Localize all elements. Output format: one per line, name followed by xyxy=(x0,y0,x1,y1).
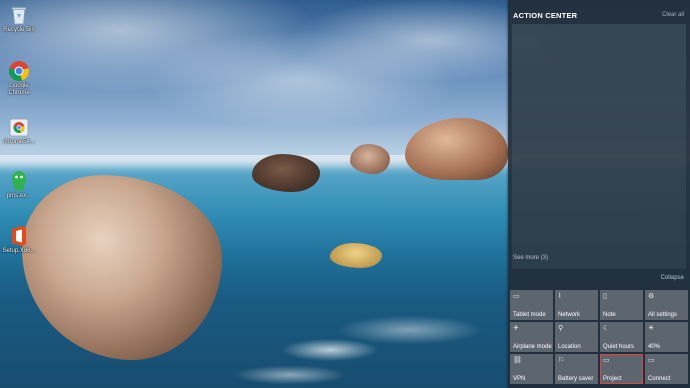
tile-project[interactable]: ▭ Project xyxy=(600,354,643,384)
battery-saver-icon: ⚐ xyxy=(558,357,565,364)
desktop-icon-label: Google Chrome xyxy=(8,83,30,96)
tile-connect[interactable]: ▭ Connect xyxy=(645,354,688,384)
tile-label: Project xyxy=(603,376,622,382)
tile-label: Quiet hours xyxy=(603,344,635,350)
tile-vpn[interactable]: ⛓ VPN xyxy=(510,354,553,384)
chrome-installer-icon xyxy=(8,116,30,138)
tile-location[interactable]: ⚲ Location xyxy=(555,322,598,352)
tile-label: 40% xyxy=(648,344,661,350)
wallpaper-rock xyxy=(252,154,320,192)
tile-airplane-mode[interactable]: ✈ Airplane mode xyxy=(510,322,553,352)
network-icon: ⌇ xyxy=(558,293,562,300)
wallpaper-rock xyxy=(330,243,382,268)
collapse-button[interactable]: Collapse xyxy=(661,275,684,281)
tile-brightness[interactable]: ☀ 40% xyxy=(645,322,688,352)
gear-icon: ⚙ xyxy=(648,293,655,300)
location-icon: ⚲ xyxy=(558,325,564,332)
note-icon: ▯ xyxy=(603,293,607,300)
tile-label: Tablet mode xyxy=(513,312,546,318)
wallpaper-rock xyxy=(350,144,390,174)
tile-label: Note xyxy=(603,312,616,318)
airplane-icon: ✈ xyxy=(513,325,519,332)
notification-list xyxy=(512,24,686,269)
desktop-icon-label: chrome54... xyxy=(3,139,35,145)
tile-label: Location xyxy=(558,344,581,350)
desktop-icon-label: Setup.X86... xyxy=(2,248,36,254)
tile-network[interactable]: ⌇ Network xyxy=(555,290,598,320)
tile-label: Connect xyxy=(648,376,671,382)
app-green-icon xyxy=(8,170,30,192)
tile-quiet-hours[interactable]: ☾ Quiet hours xyxy=(600,322,643,352)
tile-label: Network xyxy=(558,312,581,318)
action-center-panel: ACTION CENTER Clear all See more (3) Col… xyxy=(508,0,690,388)
tile-all-settings[interactable]: ⚙ All settings xyxy=(645,290,688,320)
desktop-icon-recycle-bin[interactable]: Recycle Bin xyxy=(2,4,36,34)
tile-label: Battery saver xyxy=(558,376,594,382)
vpn-icon: ⛓ xyxy=(513,357,522,364)
desktop-icon-pms[interactable]: pms.ex... xyxy=(2,170,36,200)
tile-label: VPN xyxy=(513,376,526,382)
project-icon: ▭ xyxy=(603,357,610,364)
clear-all-button[interactable]: Clear all xyxy=(662,12,684,18)
desktop-icon-label: pms.ex... xyxy=(6,193,32,199)
desktop-icon-label: Recycle Bin xyxy=(3,27,35,33)
wallpaper-foam xyxy=(230,300,510,388)
desktop-icon-chrome-installer[interactable]: chrome54... xyxy=(2,116,36,146)
chrome-icon xyxy=(8,60,30,82)
tile-label: Airplane mode xyxy=(513,344,552,350)
quick-actions-grid: ▭ Tablet mode ⌇ Network ▯ Note ⚙ All set… xyxy=(510,290,690,388)
desktop-icon-office-setup[interactable]: Setup.X86... xyxy=(2,225,36,255)
connect-icon: ▭ xyxy=(648,357,655,364)
tile-tablet-mode[interactable]: ▭ Tablet mode xyxy=(510,290,553,320)
action-center-title: ACTION CENTER xyxy=(513,11,578,20)
see-more-link[interactable]: See more (3) xyxy=(513,255,548,261)
tile-battery-saver[interactable]: ⚐ Battery saver xyxy=(555,354,598,384)
desktop-icon-google-chrome[interactable]: Google Chrome xyxy=(2,60,36,97)
tile-note[interactable]: ▯ Note xyxy=(600,290,643,320)
moon-icon: ☾ xyxy=(603,325,610,332)
tablet-mode-icon: ▭ xyxy=(513,293,520,300)
tile-label: All settings xyxy=(648,312,678,318)
recycle-bin-icon xyxy=(8,4,30,26)
office-setup-icon xyxy=(8,225,30,247)
brightness-icon: ☀ xyxy=(648,325,655,332)
